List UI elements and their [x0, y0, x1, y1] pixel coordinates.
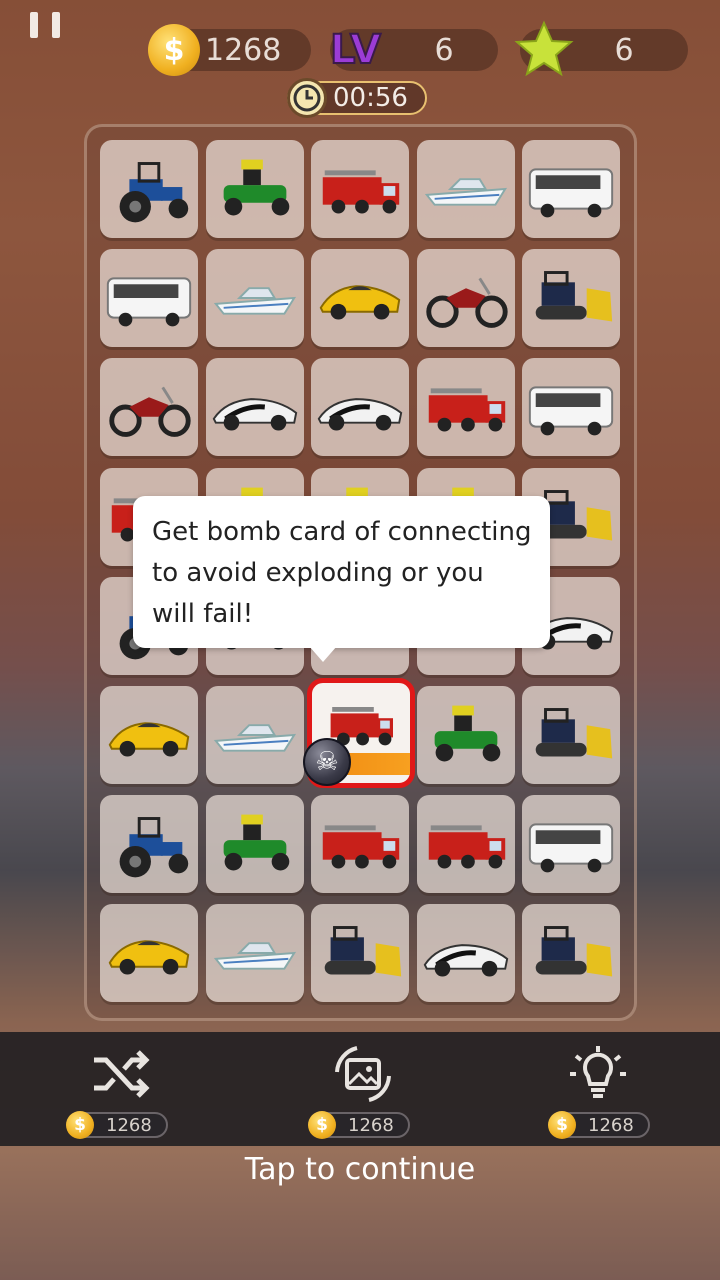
tile-motorcycle[interactable] — [416, 249, 515, 348]
tractor-icon — [119, 162, 189, 223]
tile-bus[interactable] — [100, 249, 198, 348]
tile-supercar[interactable] — [205, 358, 304, 457]
tooltip-line-2: to avoid exploding or you — [152, 558, 484, 588]
coin-icon: $ — [66, 1111, 94, 1139]
fire-truck-icon — [428, 388, 505, 432]
coin-icon: $ — [308, 1111, 336, 1139]
supercar-icon — [212, 398, 297, 431]
sports-car-icon — [108, 722, 190, 757]
tile-tractor[interactable] — [100, 795, 198, 894]
star-icon — [514, 20, 574, 77]
hint-cost-value: 1268 — [588, 1114, 634, 1136]
tile-bulldozer[interactable] — [311, 904, 409, 1003]
bus-icon — [528, 386, 614, 436]
level-badge: LV — [329, 26, 382, 74]
sports-car-icon — [319, 285, 401, 320]
bulldozer-icon — [535, 271, 613, 322]
fire-truck-icon — [322, 825, 400, 869]
tile-bulldozer[interactable] — [522, 249, 620, 348]
bulldozer-icon — [535, 708, 613, 759]
tile-fire-truck[interactable] — [311, 140, 409, 238]
bulldozer-icon — [324, 926, 402, 977]
tile-fire-truck[interactable] — [311, 795, 409, 894]
shuffle-cost-value: 1268 — [106, 1114, 152, 1136]
star-count: 6 — [614, 32, 634, 68]
tile-bus[interactable] — [522, 795, 620, 894]
fire-truck-icon — [428, 825, 505, 869]
tile-lawn-mower[interactable] — [416, 686, 515, 784]
coin-icon: $ — [148, 24, 200, 76]
bus-icon — [528, 168, 614, 218]
tutorial-tooltip: Get bomb card of connecting to avoid exp… — [133, 496, 550, 648]
coin-count: 1268 — [205, 32, 282, 68]
sports-car-icon — [108, 940, 190, 975]
supercar-icon — [317, 398, 403, 431]
tile-sports-car[interactable] — [100, 904, 198, 1003]
tile-bulldozer[interactable] — [522, 686, 620, 784]
lawn-mower-icon — [223, 814, 289, 871]
speedboat-icon — [424, 178, 507, 206]
tile-supercar[interactable] — [311, 358, 409, 457]
shuffle-cost: $ 1268 — [66, 1111, 168, 1139]
lawn-mower-icon — [434, 705, 500, 762]
tile-bus[interactable] — [522, 358, 620, 457]
tooltip-line-3: will fail! — [152, 599, 254, 629]
motorcycle-icon — [109, 387, 191, 438]
speedboat-icon — [213, 942, 296, 971]
refresh-cost-value: 1268 — [348, 1114, 394, 1136]
hint-cost: $ 1268 — [548, 1111, 650, 1139]
tile-speedboat[interactable] — [205, 686, 304, 784]
refresh-cost: $ 1268 — [308, 1111, 410, 1139]
tile-speedboat[interactable] — [205, 904, 304, 1003]
bulldozer-icon — [535, 926, 613, 977]
tooltip-line-1: Get bomb card of connecting — [152, 517, 532, 547]
lightbulb-icon — [570, 1046, 626, 1098]
tile-lawn-mower[interactable] — [205, 140, 304, 238]
tile-sports-car[interactable] — [100, 686, 198, 784]
shuffle-icon — [94, 1050, 150, 1098]
lawn-mower-icon — [223, 159, 289, 216]
tractor-icon — [119, 817, 189, 878]
tile-bulldozer[interactable] — [522, 904, 620, 1003]
pause-icon — [30, 12, 38, 38]
tile-speedboat[interactable] — [205, 249, 304, 348]
speedboat-icon — [213, 287, 296, 315]
coin-icon: $ — [548, 1111, 576, 1139]
refresh-image-icon — [335, 1046, 391, 1102]
bus-icon — [528, 823, 614, 873]
tile-fire-truck[interactable] — [416, 795, 515, 894]
tile-bus[interactable] — [522, 140, 620, 238]
tile-sports-car[interactable] — [311, 249, 409, 348]
pause-icon-bar — [52, 12, 60, 38]
timer-value: 00:56 — [333, 83, 408, 113]
tile-speedboat[interactable] — [416, 140, 515, 238]
fire-truck-icon — [322, 170, 400, 214]
bomb-skull-icon: ☠ — [303, 738, 351, 786]
bus-icon — [106, 277, 192, 327]
tile-supercar[interactable] — [416, 904, 515, 1003]
level-value: 6 — [434, 32, 454, 68]
supercar-icon — [423, 944, 508, 977]
tile-motorcycle[interactable] — [100, 358, 198, 457]
motorcycle-icon — [425, 277, 508, 329]
tap-to-continue[interactable]: Tap to continue — [0, 1152, 720, 1187]
tile-tractor[interactable] — [100, 140, 198, 238]
speedboat-icon — [213, 724, 296, 752]
tile-fire-truck[interactable] — [416, 358, 515, 457]
clock-icon — [287, 78, 327, 118]
tooltip-pointer — [309, 646, 337, 662]
tile-lawn-mower[interactable] — [205, 795, 304, 894]
